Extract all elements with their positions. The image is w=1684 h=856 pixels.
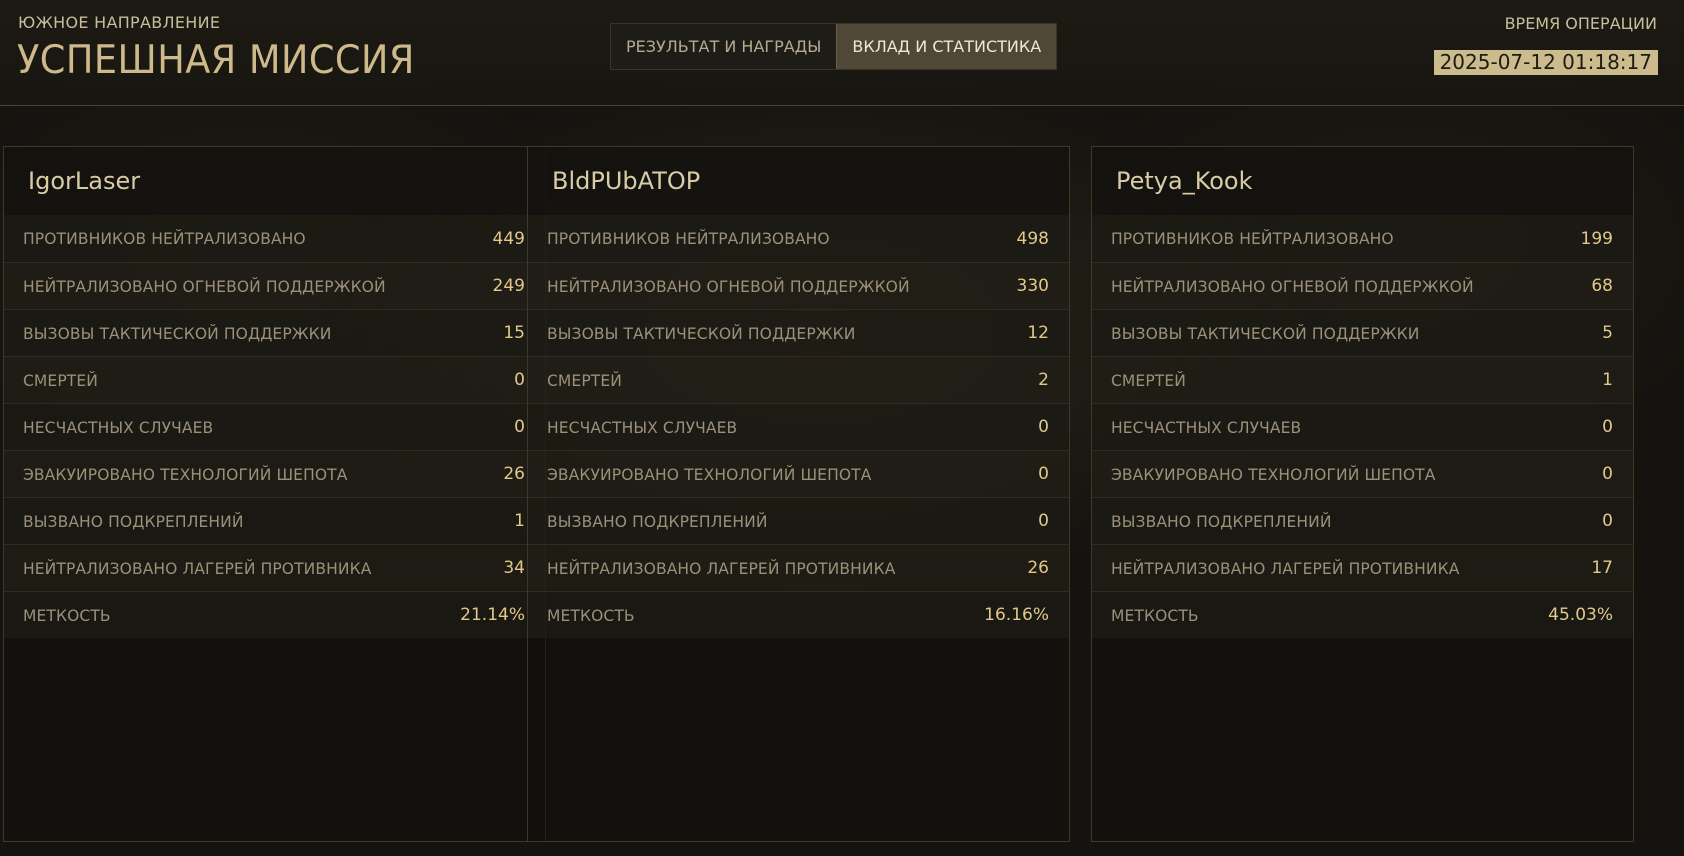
stat-value: 0 (1038, 417, 1049, 437)
stat-row-enemy-camps: НЕЙТРАЛИЗОВАНО ЛАГЕРЕЙ ПРОТИВНИКА 17 (1092, 544, 1633, 591)
stat-value: 16.16% (984, 605, 1049, 625)
stat-row-whisper-tech-evacuated: ЭВАКУИРОВАНО ТЕХНОЛОГИЙ ШЕПОТА 26 (4, 450, 545, 497)
stat-value: 68 (1591, 276, 1613, 296)
stat-label: ВЫЗОВЫ ТАКТИЧЕСКОЙ ПОДДЕРЖКИ (547, 323, 856, 343)
stat-row-deaths: СМЕРТЕЙ 0 (4, 356, 545, 403)
stat-row-enemy-camps: НЕЙТРАЛИЗОВАНО ЛАГЕРЕЙ ПРОТИВНИКА 34 (4, 544, 545, 591)
stat-label: ПРОТИВНИКОВ НЕЙТРАЛИЗОВАНО (547, 229, 830, 248)
stat-value: 15 (503, 323, 525, 343)
stat-row-accuracy: МЕТКОСТЬ 45.03% (1092, 591, 1633, 638)
stat-label: НЕСЧАСТНЫХ СЛУЧАЕВ (23, 417, 214, 437)
stat-value: 249 (492, 276, 525, 296)
stat-label: ВЫЗВАНО ПОДКРЕПЛЕНИЙ (23, 511, 244, 531)
stat-label: СМЕРТЕЙ (1111, 370, 1186, 390)
stat-value: 1 (514, 511, 525, 531)
stat-row-enemies-neutralized: ПРОТИВНИКОВ НЕЙТРАЛИЗОВАНО 498 (528, 215, 1069, 262)
stat-label: НЕЙТРАЛИЗОВАНО ОГНЕВОЙ ПОДДЕРЖКОЙ (547, 276, 910, 296)
stat-row-reinforcements: ВЫЗВАНО ПОДКРЕПЛЕНИЙ 0 (1092, 497, 1633, 544)
stat-value: 498 (1016, 228, 1049, 249)
mission-direction: ЮЖНОЕ НАПРАВЛЕНИЕ (18, 13, 221, 32)
stat-row-deaths: СМЕРТЕЙ 2 (528, 356, 1069, 403)
stat-row-accuracy: МЕТКОСТЬ 16.16% (528, 591, 1069, 638)
stats-list: ПРОТИВНИКОВ НЕЙТРАЛИЗОВАНО 199 НЕЙТРАЛИЗО… (1092, 215, 1633, 638)
stat-value: 5 (1602, 323, 1613, 343)
stat-label: ЭВАКУИРОВАНО ТЕХНОЛОГИЙ ШЕПОТА (1111, 464, 1436, 484)
stat-value: 45.03% (1548, 605, 1613, 625)
stat-value: 26 (1027, 558, 1049, 578)
result-tabs: РЕЗУЛЬТАТ И НАГРАДЫ ВКЛАД И СТАТИСТИКА (610, 23, 1058, 70)
stat-row-fire-support-kills: НЕЙТРАЛИЗОВАНО ОГНЕВОЙ ПОДДЕРЖКОЙ 249 (4, 262, 545, 309)
player-name: BldPUbATOP (528, 147, 1069, 215)
stat-row-enemies-neutralized: ПРОТИВНИКОВ НЕЙТРАЛИЗОВАНО 199 (1092, 215, 1633, 262)
stat-row-enemy-camps: НЕЙТРАЛИЗОВАНО ЛАГЕРЕЙ ПРОТИВНИКА 26 (528, 544, 1069, 591)
stat-label: МЕТКОСТЬ (1111, 605, 1199, 625)
stat-label: МЕТКОСТЬ (547, 605, 635, 625)
player-name: Petya_Kook (1092, 147, 1633, 215)
stat-value: 34 (503, 558, 525, 578)
stat-value: 1 (1602, 370, 1613, 390)
stat-label: ВЫЗОВЫ ТАКТИЧЕСКОЙ ПОДДЕРЖКИ (1111, 323, 1420, 343)
stat-label: ПРОТИВНИКОВ НЕЙТРАЛИЗОВАНО (23, 229, 306, 248)
stats-list: ПРОТИВНИКОВ НЕЙТРАЛИЗОВАНО 498 НЕЙТРАЛИЗО… (528, 215, 1069, 638)
stat-row-deaths: СМЕРТЕЙ 1 (1092, 356, 1633, 403)
stat-label: НЕЙТРАЛИЗОВАНО ОГНЕВОЙ ПОДДЕРЖКОЙ (23, 276, 386, 296)
player-panel: Petya_Kook ПРОТИВНИКОВ НЕЙТРАЛИЗОВАНО 199… (1091, 146, 1634, 842)
stat-label: ВЫЗВАНО ПОДКРЕПЛЕНИЙ (1111, 511, 1332, 531)
stat-value: 0 (514, 370, 525, 390)
stat-value: 0 (1602, 464, 1613, 484)
stat-row-tactical-support-calls: ВЫЗОВЫ ТАКТИЧЕСКОЙ ПОДДЕРЖКИ 12 (528, 309, 1069, 356)
stat-label: ПРОТИВНИКОВ НЕЙТРАЛИЗОВАНО (1111, 229, 1394, 248)
stat-label: НЕЙТРАЛИЗОВАНО ЛАГЕРЕЙ ПРОТИВНИКА (1111, 558, 1460, 578)
stat-value: 0 (1038, 464, 1049, 484)
stat-row-enemies-neutralized: ПРОТИВНИКОВ НЕЙТРАЛИЗОВАНО 449 (4, 215, 545, 262)
stat-value: 0 (1038, 511, 1049, 531)
stat-label: ВЫЗОВЫ ТАКТИЧЕСКОЙ ПОДДЕРЖКИ (23, 323, 332, 343)
stat-label: СМЕРТЕЙ (547, 370, 622, 390)
stat-row-accidents: НЕСЧАСТНЫХ СЛУЧАЕВ 0 (4, 403, 545, 450)
stat-label: МЕТКОСТЬ (23, 605, 111, 625)
stat-label: НЕЙТРАЛИЗОВАНО ОГНЕВОЙ ПОДДЕРЖКОЙ (1111, 276, 1474, 296)
stat-label: СМЕРТЕЙ (23, 370, 98, 390)
stat-value: 17 (1591, 558, 1613, 578)
stat-label: ВЫЗВАНО ПОДКРЕПЛЕНИЙ (547, 511, 768, 531)
operation-time-value: 2025-07-12 01:18:17 (1433, 50, 1658, 75)
stat-label: НЕСЧАСТНЫХ СЛУЧАЕВ (1111, 417, 1302, 437)
stat-label: ЭВАКУИРОВАНО ТЕХНОЛОГИЙ ШЕПОТА (23, 464, 348, 484)
player-panel: BldPUbATOP ПРОТИВНИКОВ НЕЙТРАЛИЗОВАНО 498… (527, 146, 1070, 842)
stat-row-reinforcements: ВЫЗВАНО ПОДКРЕПЛЕНИЙ 0 (528, 497, 1069, 544)
stat-row-tactical-support-calls: ВЫЗОВЫ ТАКТИЧЕСКОЙ ПОДДЕРЖКИ 5 (1092, 309, 1633, 356)
stat-label: ЭВАКУИРОВАНО ТЕХНОЛОГИЙ ШЕПОТА (547, 464, 872, 484)
operation-time-label: ВРЕМЯ ОПЕРАЦИИ (1504, 14, 1657, 33)
stat-row-tactical-support-calls: ВЫЗОВЫ ТАКТИЧЕСКОЙ ПОДДЕРЖКИ 15 (4, 309, 545, 356)
stat-value: 0 (1602, 417, 1613, 437)
stat-value: 21.14% (460, 605, 525, 625)
stat-row-whisper-tech-evacuated: ЭВАКУИРОВАНО ТЕХНОЛОГИЙ ШЕПОТА 0 (1092, 450, 1633, 497)
stat-row-whisper-tech-evacuated: ЭВАКУИРОВАНО ТЕХНОЛОГИЙ ШЕПОТА 0 (528, 450, 1069, 497)
player-stats-panels: IgorLaser ПРОТИВНИКОВ НЕЙТРАЛИЗОВАНО 449 … (3, 146, 1681, 842)
stat-value: 199 (1580, 228, 1613, 249)
stat-row-fire-support-kills: НЕЙТРАЛИЗОВАНО ОГНЕВОЙ ПОДДЕРЖКОЙ 330 (528, 262, 1069, 309)
mission-result-title: УСПЕШНАЯ МИССИЯ (17, 38, 415, 83)
stat-value: 449 (492, 228, 525, 249)
stat-value: 12 (1027, 323, 1049, 343)
stat-value: 330 (1016, 276, 1049, 296)
stat-row-accidents: НЕСЧАСТНЫХ СЛУЧАЕВ 0 (528, 403, 1069, 450)
tab-contribution-stats[interactable]: ВКЛАД И СТАТИСТИКА (836, 24, 1057, 69)
stat-label: НЕЙТРАЛИЗОВАНО ЛАГЕРЕЙ ПРОТИВНИКА (547, 558, 896, 578)
stat-row-fire-support-kills: НЕЙТРАЛИЗОВАНО ОГНЕВОЙ ПОДДЕРЖКОЙ 68 (1092, 262, 1633, 309)
stat-label: НЕСЧАСТНЫХ СЛУЧАЕВ (547, 417, 738, 437)
stat-value: 2 (1038, 370, 1049, 390)
player-panel: IgorLaser ПРОТИВНИКОВ НЕЙТРАЛИЗОВАНО 449 … (3, 146, 546, 842)
stat-row-accuracy: МЕТКОСТЬ 21.14% (4, 591, 545, 638)
tab-results-rewards[interactable]: РЕЗУЛЬТАТ И НАГРАДЫ (611, 24, 836, 69)
stat-value: 26 (503, 464, 525, 484)
stats-list: ПРОТИВНИКОВ НЕЙТРАЛИЗОВАНО 449 НЕЙТРАЛИЗО… (4, 215, 545, 638)
stat-value: 0 (514, 417, 525, 437)
mission-header: ЮЖНОЕ НАПРАВЛЕНИЕ УСПЕШНАЯ МИССИЯ РЕЗУЛЬ… (0, 0, 1684, 106)
stat-row-reinforcements: ВЫЗВАНО ПОДКРЕПЛЕНИЙ 1 (4, 497, 545, 544)
stat-row-accidents: НЕСЧАСТНЫХ СЛУЧАЕВ 0 (1092, 403, 1633, 450)
player-name: IgorLaser (4, 147, 545, 215)
stat-label: НЕЙТРАЛИЗОВАНО ЛАГЕРЕЙ ПРОТИВНИКА (23, 558, 372, 578)
stat-value: 0 (1602, 511, 1613, 531)
